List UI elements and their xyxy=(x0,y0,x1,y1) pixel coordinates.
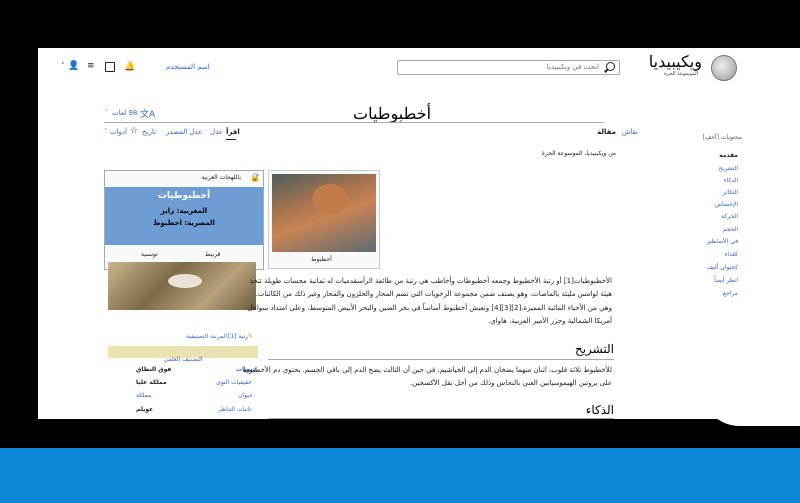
search-icon[interactable] xyxy=(606,62,615,71)
infobox-title: أخطبوطيات xyxy=(157,191,211,201)
lead-line-2: هيئة لوامس مليئة بالماصات، وهو يصنف ضمن … xyxy=(255,290,612,298)
infobox-header: أخطبوطيات المغربية: زايز المصرية: اخطبوط xyxy=(105,187,263,245)
tools-menu[interactable]: أدوات xyxy=(110,128,127,136)
toc-item-senses[interactable]: الإحساس xyxy=(715,201,738,208)
infobox-dialects-label: باللهجات العربية xyxy=(201,174,241,181)
language-icon[interactable]: 文A xyxy=(140,107,155,120)
taxo-label-3[interactable]: مملكة xyxy=(136,392,151,399)
toc-item-reproduction[interactable]: التكاثر xyxy=(723,189,738,196)
toc-item-anatomy[interactable]: التشريح xyxy=(718,165,738,172)
toc-item-locomotion[interactable]: الحركة xyxy=(721,213,738,220)
lead-line-1: الأخطبوطيات[1] أو رتبة الأخطبوط وجمعه أخ… xyxy=(249,277,612,285)
taxo-value-4[interactable]: ثانيات التناظر xyxy=(218,406,251,413)
infobox-line-1: المغربية: زايز xyxy=(160,207,208,215)
taxo-label-1: فوق النطاق xyxy=(136,366,172,373)
browser-page: ويكيبيديا الموسوعة الحرة ابحث في ويكيبيد… xyxy=(38,48,762,419)
taxo-label-4: عويلم xyxy=(136,406,154,413)
octopus-head xyxy=(312,184,348,214)
section-intelligence-heading: الذكاء xyxy=(585,403,614,417)
taxo-label-2: مملكة عليا xyxy=(136,379,167,386)
wikipedia-globe-icon[interactable] xyxy=(711,55,737,81)
active-tab-underline xyxy=(226,139,236,140)
section-intelligence-divider xyxy=(268,418,614,419)
toc-item-intro[interactable]: مقدمة xyxy=(719,152,738,159)
infobox-col-qarnit: قرنيط xyxy=(205,251,221,258)
anatomy-line-1: للأخطبوط ثلاثة قلوب، اثنان منهما يضخان ا… xyxy=(242,366,612,374)
logo-text[interactable]: ويكيبيديا xyxy=(649,52,702,71)
toc-item-pet[interactable]: كحيوان أليف xyxy=(707,264,738,271)
tab-article[interactable]: مقالة xyxy=(597,128,616,136)
lead-line-4: أمريكا الشمالية وجزر الأمير العربية، هاو… xyxy=(488,317,612,325)
taxo-value-2[interactable]: حقيقيات النوى xyxy=(216,379,252,386)
rank-value[interactable]: رتبة [1] xyxy=(228,333,248,340)
title-divider xyxy=(104,122,604,123)
taskbar xyxy=(0,448,800,503)
rank-link[interactable]: المرتبة التصنيفية xyxy=(186,333,227,340)
tab-history[interactable]: تاريخ xyxy=(142,128,156,136)
section-anatomy-divider xyxy=(268,359,614,360)
classification-band: التصنيف العلمي xyxy=(108,346,258,363)
octopus-thumbnail-image[interactable] xyxy=(272,174,376,252)
infobox-line-2: المصرية: اخطبوط xyxy=(153,219,215,227)
tab-edit-source[interactable]: عدل المصدر xyxy=(166,128,202,136)
toc-item-mythology[interactable]: في الأساطير xyxy=(706,238,738,245)
toc-item-food[interactable]: كغذاء xyxy=(725,251,738,258)
search-input[interactable]: ابحث في ويكيبيديا xyxy=(397,60,620,75)
toc-item-size[interactable]: الحجم xyxy=(723,226,738,233)
languages-chevron-icon[interactable]: ˅ xyxy=(105,109,108,116)
tab-read[interactable]: اقرأ xyxy=(226,128,240,136)
languages-button[interactable]: 98 لغات xyxy=(112,109,137,117)
thumbnail-figure: أخطبوط xyxy=(268,170,380,269)
infobox-col-tunisian: تونسية xyxy=(141,251,158,258)
page-title: أخطبوطيات xyxy=(353,104,432,123)
octopus-body-highlight xyxy=(168,274,202,288)
anatomy-line-2: على بروتين الهيموسيانين الغني بالنحاس وذ… xyxy=(409,379,612,387)
infobox-lock-icon: 🔒 xyxy=(250,173,260,182)
toc-item-references[interactable]: مراجع xyxy=(723,290,738,297)
inbox-icon[interactable] xyxy=(105,62,115,72)
toc-heading[interactable]: محتويات [أخفِ] xyxy=(703,134,742,141)
star-watch-icon[interactable]: ☆ xyxy=(130,126,138,136)
infobox: باللهجات العربية ? 🔒 أخطبوطيات المغربية:… xyxy=(104,170,264,270)
toc-item-intelligence[interactable]: الذكاء xyxy=(724,177,738,184)
search-placeholder: ابحث في ويكيبيديا xyxy=(546,63,599,71)
section-anatomy-heading: التشريح xyxy=(574,342,614,356)
username-link[interactable]: اسم المستخدم xyxy=(166,63,210,71)
toc-item-see-also[interactable]: انظر أيضاً xyxy=(714,277,738,284)
tab-talk[interactable]: نقاش xyxy=(622,128,638,136)
user-menu-icon[interactable]: 👤 xyxy=(68,61,79,71)
chevron-down-icon[interactable]: ˅ xyxy=(61,62,65,70)
taxo-value-3[interactable]: حيوان xyxy=(238,392,253,399)
lead-line-3: وهي من الأحياء المائية المميزة،[2][3][4]… xyxy=(247,304,612,312)
watchlist-icon[interactable]: ≡ xyxy=(87,61,95,71)
octopus-infobox-image[interactable] xyxy=(108,262,256,310)
bell-icon[interactable]: 🔔 xyxy=(124,62,135,72)
thumbnail-caption: أخطبوط xyxy=(311,256,332,263)
pencil-icon[interactable]: ✎ xyxy=(248,333,253,340)
from-wikipedia: من ويكيبيديا، الموسوعة الحرة xyxy=(541,150,616,157)
logo-subtitle: الموسوعة الحرة xyxy=(664,71,698,77)
tab-edit[interactable]: عدل xyxy=(210,128,223,136)
classification-label[interactable]: التصنيف العلمي xyxy=(163,356,202,363)
tools-chevron-icon[interactable]: ˅ xyxy=(104,128,107,135)
